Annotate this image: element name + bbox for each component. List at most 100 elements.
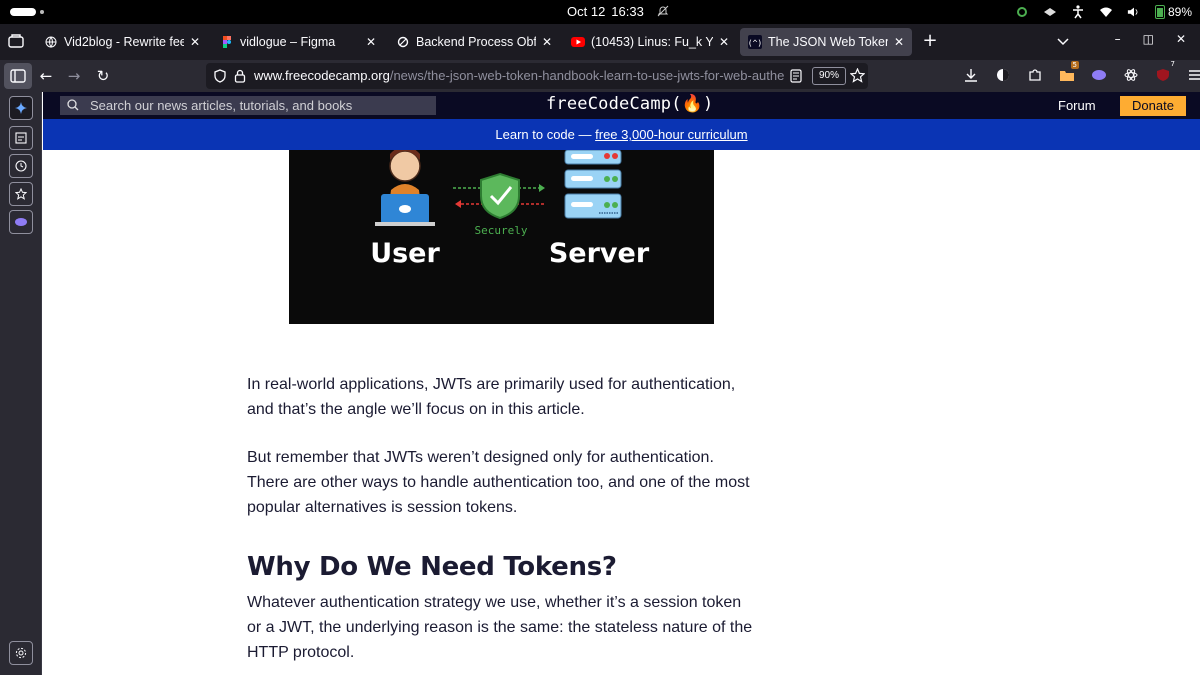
web-page: freeCodeCamp(🔥) Forum Donate Learn to co… (43, 92, 1200, 675)
downloads-icon[interactable] (962, 66, 980, 84)
lock-icon[interactable] (234, 69, 246, 83)
shield-check-icon (480, 172, 520, 220)
securely-label: Securely (475, 224, 528, 237)
navigation-toolbar: ← → ↻ www.freecodecamp.org/news/the-json… (0, 60, 1200, 92)
back-button[interactable]: ← (36, 66, 56, 86)
close-window-button[interactable]: ✕ (1176, 32, 1186, 46)
forward-arrow-icon: → (67, 67, 81, 85)
history-button[interactable] (9, 154, 33, 178)
system-tray: 89% (1015, 3, 1192, 21)
gear-icon (15, 647, 27, 659)
bookmark-star-icon[interactable] (850, 68, 865, 83)
figma-icon (220, 35, 234, 49)
extension-sidebar-button[interactable] (9, 210, 33, 234)
reader-view-icon[interactable] (790, 69, 802, 83)
extension-badge: 5 (1070, 61, 1079, 69)
user-illustration (375, 150, 435, 226)
app-menu-icon[interactable] (1186, 66, 1200, 84)
forward-button[interactable]: → (64, 66, 84, 86)
workspace-indicator[interactable] (10, 8, 36, 16)
dark-mode-extension-icon[interactable] (994, 66, 1012, 84)
freecodecamp-logo[interactable]: freeCodeCamp(🔥) (546, 94, 713, 114)
search-input[interactable] (90, 97, 430, 114)
ublock-badge: 7 (1170, 60, 1175, 68)
sidebar-icon (10, 69, 26, 83)
clock-date: Oct 12 (567, 4, 606, 19)
list-all-tabs-icon[interactable] (1056, 34, 1070, 48)
wifi-icon[interactable] (1099, 5, 1113, 19)
tab-title: The JSON Web Token Han (768, 35, 888, 49)
extensions-puzzle-icon[interactable] (1026, 66, 1044, 84)
search-icon (67, 99, 79, 111)
clock[interactable]: Oct 12 16:33 (567, 4, 669, 19)
customize-sidebar-button[interactable] (9, 641, 33, 665)
synced-tabs-icon (15, 132, 27, 144)
sidebar-toggle-button[interactable] (4, 63, 32, 89)
battery-indicator[interactable]: 89% (1154, 5, 1192, 19)
forum-link[interactable]: Forum (1058, 98, 1096, 113)
article-hero-image: Securely User Server (289, 150, 714, 324)
clock-time: 16:33 (611, 4, 644, 19)
purple-extension-icon[interactable] (1090, 66, 1108, 84)
accessibility-icon[interactable] (1071, 5, 1085, 19)
bookmarks-button[interactable] (9, 182, 33, 206)
donate-button[interactable]: Donate (1120, 96, 1186, 116)
paragraph-auth-use: In real-world applications, JWTs are pri… (247, 376, 736, 418)
star-icon (15, 188, 27, 200)
tab-close-icon[interactable]: ✕ (190, 35, 200, 49)
freecodecamp-icon: (^) (748, 35, 762, 49)
battery-icon (1154, 5, 1165, 19)
clock-icon (15, 160, 27, 172)
tab-figma[interactable]: vidlogue – Figma ✕ (212, 28, 384, 56)
battery-percent: 89% (1167, 5, 1192, 19)
react-devtools-icon[interactable] (1122, 66, 1140, 84)
dropbox-icon[interactable] (1043, 5, 1057, 19)
workspace-dot[interactable] (40, 10, 44, 14)
youtube-icon (571, 35, 585, 49)
svg-text:(^): (^) (748, 39, 762, 48)
ai-chatbot-button[interactable] (9, 96, 33, 120)
new-tab-button[interactable]: + (920, 30, 940, 51)
fcc-navbar: freeCodeCamp(🔥) Forum Donate (43, 92, 1200, 119)
paragraph-stateless-http: Whatever authentication strategy we use,… (247, 594, 753, 661)
firefox-view-icon[interactable] (8, 34, 24, 48)
tab-jwt-handbook[interactable]: (^) The JSON Web Token Han ✕ (740, 28, 912, 56)
section-heading: Why Do We Need Tokens? (247, 552, 617, 582)
tab-youtube[interactable]: (10453) Linus: Fu_k You! N ✕ (563, 28, 737, 56)
back-arrow-icon: ← (39, 67, 53, 85)
url-path: /news/the-json-web-token-handbook-learn-… (389, 68, 784, 83)
search-box[interactable] (60, 96, 436, 115)
restore-button[interactable]: ◫ (1143, 32, 1154, 46)
tab-strip: Vid2blog - Rewrite feedb ✕ vidlogue – Fi… (0, 24, 1200, 60)
extension-folder-icon[interactable]: 5 (1058, 61, 1079, 84)
purple-extension-icon (15, 218, 27, 226)
tab-close-icon[interactable]: ✕ (719, 35, 729, 49)
url-text[interactable]: www.freecodecamp.org/news/the-json-web-t… (254, 68, 784, 83)
reload-button[interactable]: ↻ (93, 66, 113, 86)
tab-title: Backend Process Obfusca (416, 35, 536, 49)
minimize-button[interactable]: – (1115, 32, 1121, 46)
tracking-protection-shield-icon[interactable] (214, 69, 226, 83)
tab-backend-process[interactable]: Backend Process Obfusca ✕ (388, 28, 560, 56)
server-illustration (564, 150, 622, 219)
zoom-indicator[interactable]: 90% (812, 67, 846, 85)
reload-icon: ↻ (96, 67, 110, 85)
curriculum-link[interactable]: free 3,000-hour curriculum (595, 127, 747, 142)
url-bar[interactable]: www.freecodecamp.org/news/the-json-web-t… (206, 63, 868, 89)
browser-sidebar (0, 92, 42, 675)
tab-title: (10453) Linus: Fu_k You! N (591, 35, 713, 49)
tab-close-icon[interactable]: ✕ (894, 35, 904, 49)
globe-icon (44, 35, 58, 49)
synced-tabs-button[interactable] (9, 126, 33, 150)
extensions-toolbar: 5 7 (962, 60, 1200, 84)
ublock-icon[interactable]: 7 (1154, 60, 1175, 84)
url-host: www.freecodecamp.org (254, 68, 390, 83)
jwt-illustration: Securely User Server (370, 150, 650, 269)
tab-vid2blog[interactable]: Vid2blog - Rewrite feedb ✕ (36, 28, 208, 56)
tab-close-icon[interactable]: ✕ (366, 35, 376, 49)
app-indicator-icon[interactable] (1015, 5, 1029, 19)
openai-icon (396, 35, 410, 49)
volume-icon[interactable] (1127, 5, 1141, 19)
tab-close-icon[interactable]: ✕ (542, 35, 552, 49)
sparkle-icon (15, 102, 27, 114)
